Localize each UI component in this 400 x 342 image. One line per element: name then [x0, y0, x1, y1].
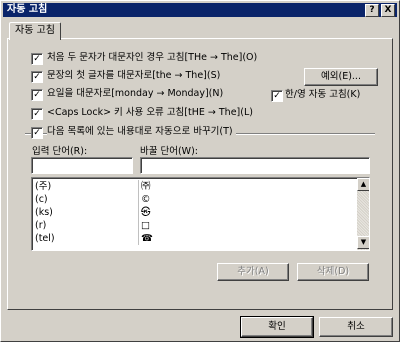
autocorrect-dialog: 자동 고침 ? X 자동 고침 ✓ 처음 두 문자가 대문자인 경우 고침[TH…: [0, 0, 400, 342]
replace-word-field[interactable]: [140, 157, 370, 174]
help-button[interactable]: ?: [365, 4, 379, 17]
hanyoung-label: 한/영 자동 고침(K): [285, 89, 361, 100]
title-bar: 자동 고침 ? X: [3, 3, 397, 17]
list-item-input: (주): [35, 181, 52, 192]
option-checkbox-replace-text[interactable]: ✓: [31, 127, 43, 139]
scroll-up-icon[interactable]: ▲: [357, 178, 369, 191]
exceptions-button[interactable]: 예외(E)...: [304, 68, 378, 86]
option-checkbox-capitalize-sentence[interactable]: ✓: [31, 71, 43, 83]
list-item-input: (r): [35, 220, 47, 231]
option-label-capitalize-days: 요일을 대문자로[monday → Monday](N): [47, 88, 224, 99]
list-item[interactable]: (ks) ㉿: [34, 206, 354, 219]
list-item-input: (ks): [35, 207, 53, 218]
list-item-replace: ㈜: [141, 181, 151, 192]
autocorrect-list[interactable]: (주) ㈜ (c) © (ks) ㉿ (r) □ (tel) ☎ ▲ ▼: [31, 177, 370, 251]
option-checkbox-two-initial-caps[interactable]: ✓: [31, 53, 43, 65]
window-title: 자동 고침: [7, 4, 48, 15]
list-item-replace: ☎: [141, 233, 153, 244]
list-item[interactable]: (c) ©: [34, 193, 354, 206]
list-item-replace: ©: [141, 194, 151, 205]
option-label-replace-text: 다음 목록에 있는 내용대로 자동으로 바꾸기(T): [47, 125, 236, 138]
list-item-input: (c): [35, 194, 48, 205]
list-scrollbar[interactable]: ▲ ▼: [357, 178, 369, 250]
delete-button[interactable]: 삭제(D): [297, 263, 369, 281]
replace-word-label: 바꿀 단어(W):: [140, 146, 198, 157]
option-checkbox-capitalize-days[interactable]: ✓: [31, 89, 43, 101]
option-label-capitalize-sentence: 문장의 첫 글자를 대문자로[the → The](S): [47, 70, 221, 81]
list-item[interactable]: (r) □: [34, 219, 354, 232]
add-button[interactable]: 추가(A): [217, 263, 289, 281]
input-word-label: 입력 단어(R):: [32, 146, 88, 157]
tab-autocorrect[interactable]: 자동 고침: [9, 22, 61, 40]
list-item[interactable]: (tel) ☎: [34, 232, 354, 245]
list-item-replace: ㉿: [141, 207, 151, 218]
list-item-input: (tel): [35, 233, 55, 244]
cancel-button[interactable]: 취소: [319, 317, 393, 337]
ok-button[interactable]: 확인: [240, 316, 314, 338]
scroll-down-icon[interactable]: ▼: [357, 236, 369, 249]
input-word-field[interactable]: [31, 157, 133, 174]
hanyoung-checkbox[interactable]: ✓: [271, 90, 283, 102]
option-label-caps-lock: <Caps Lock> 키 사용 오류 고침[tHE → The](L): [47, 107, 253, 118]
list-item[interactable]: (주) ㈜: [34, 180, 354, 193]
option-label-two-initial-caps: 처음 두 문자가 대문자인 경우 고침[THe → The](O): [47, 52, 258, 63]
close-button[interactable]: X: [381, 4, 395, 17]
option-checkbox-caps-lock[interactable]: ✓: [31, 108, 43, 120]
list-item-replace: □: [141, 220, 150, 231]
